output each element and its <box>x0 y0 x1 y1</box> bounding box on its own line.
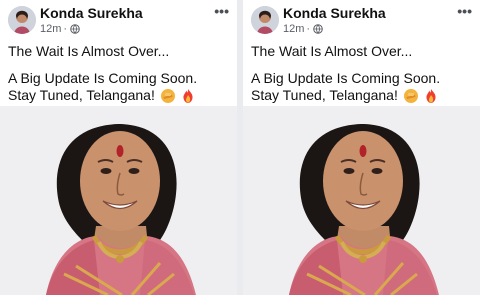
separator-dot: · <box>306 23 311 35</box>
punch-emoji <box>160 89 175 104</box>
timestamp[interactable]: 12m <box>40 23 61 35</box>
avatar-image <box>251 6 279 34</box>
avatar[interactable] <box>8 6 36 34</box>
author-name[interactable]: Konda Surekha <box>40 5 143 21</box>
author-name[interactable]: Konda Surekha <box>283 5 386 21</box>
post-text: Stay Tuned, Telangana! <box>251 87 398 103</box>
globe-icon <box>70 24 80 34</box>
post-meta: 12m · <box>40 23 80 35</box>
screenshot-canvas: Konda Surekha 12m · ••• The Wait Is Almo… <box>0 0 480 295</box>
avatar[interactable] <box>251 6 279 34</box>
portrait-image <box>243 106 480 295</box>
globe-icon <box>313 24 323 34</box>
post-text-line-with-emoji: Stay Tuned, Telangana! <box>251 87 476 104</box>
facebook-post: Konda Surekha 12m · ••• The Wait Is Almo… <box>0 0 237 295</box>
post-text-line: A Big Update Is Coming Soon. <box>8 70 198 86</box>
fire-emoji <box>426 89 436 104</box>
punch-emoji <box>403 89 418 104</box>
facebook-post: Konda Surekha 12m · ••• The Wait Is Almo… <box>243 0 480 295</box>
more-options-icon[interactable]: ••• <box>457 3 472 19</box>
separator-dot: · <box>63 23 68 35</box>
timestamp[interactable]: 12m <box>283 23 304 35</box>
post-text-line: The Wait Is Almost Over... <box>251 43 413 59</box>
fire-emoji <box>183 89 193 104</box>
post-text-line-with-emoji: Stay Tuned, Telangana! <box>8 87 233 104</box>
post-text-line: A Big Update Is Coming Soon. <box>251 70 441 86</box>
post-text: Stay Tuned, Telangana! <box>8 87 155 103</box>
more-options-icon[interactable]: ••• <box>214 3 229 19</box>
portrait-image <box>0 106 237 295</box>
post-text-line: The Wait Is Almost Over... <box>8 43 170 59</box>
post-photo[interactable] <box>0 106 237 295</box>
post-photo[interactable] <box>243 106 480 295</box>
avatar-image <box>8 6 36 34</box>
post-meta: 12m · <box>283 23 323 35</box>
